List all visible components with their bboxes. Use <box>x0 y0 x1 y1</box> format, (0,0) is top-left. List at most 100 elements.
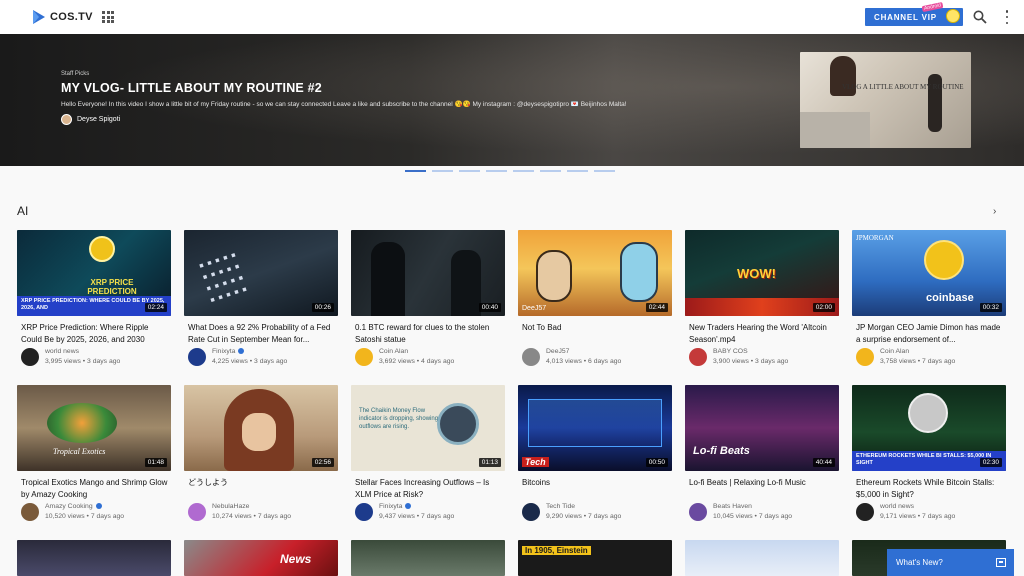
channel-name[interactable]: Finixyta <box>379 503 402 510</box>
video-meta: Finixyta 9,437 views • 7 days ago <box>351 502 505 522</box>
carousel-dot[interactable] <box>405 170 426 172</box>
site-logo[interactable]: COS.TV <box>32 9 93 25</box>
video-card[interactable]: In 1905, Einstein <box>518 540 672 576</box>
chevron-right-icon[interactable]: › <box>993 206 996 217</box>
video-thumbnail[interactable] <box>351 540 505 576</box>
video-stats: 10,520 views • 7 days ago <box>45 513 125 520</box>
video-card[interactable] <box>17 540 171 576</box>
video-thumbnail[interactable]: Tropical Exotics 01:48 <box>17 385 171 471</box>
video-card[interactable]: XRP PRICE PREDICTION XRP PRICE PREDICTIO… <box>17 230 171 367</box>
carousel-dot[interactable] <box>459 170 480 172</box>
video-card[interactable]: 02:56 どうしよう NebulaHaze 10,274 views • 7 d… <box>184 385 338 522</box>
avatar[interactable] <box>689 348 707 366</box>
video-thumbnail[interactable]: DeeJ57 02:44 <box>518 230 672 316</box>
hero-title[interactable]: MY VLOG- LITTLE ABOUT MY ROUTINE #2 <box>61 81 322 95</box>
carousel-dot[interactable] <box>486 170 507 172</box>
video-title[interactable]: Lo-fi Beats | Relaxing Lo-fi Music <box>685 477 839 500</box>
video-thumbnail[interactable]: WOW! 02:00 <box>685 230 839 316</box>
video-card[interactable]: Tech 00:50 Bitcoins Tech Tide 9,290 views… <box>518 385 672 522</box>
avatar[interactable] <box>689 503 707 521</box>
video-card[interactable]: ETHEREUM ROCKETS WHILE BI STALLS: $5,000… <box>852 385 1006 522</box>
video-thumbnail[interactable]: 02:56 <box>184 385 338 471</box>
search-icon[interactable] <box>973 10 987 24</box>
video-thumbnail[interactable] <box>685 540 839 576</box>
hero-thumbnail[interactable]: VLOG A LITTLE ABOUT MY ROUTINE <box>800 52 971 148</box>
carousel-dot[interactable] <box>594 170 615 172</box>
video-card[interactable]: 00:40 0.1 BTC reward for clues to the st… <box>351 230 505 367</box>
avatar[interactable] <box>188 503 206 521</box>
thumb-chart-lens <box>437 403 479 445</box>
video-thumbnail[interactable]: XRP PRICE PREDICTION XRP PRICE PREDICTIO… <box>17 230 171 316</box>
more-vert-icon[interactable] <box>1005 10 1009 24</box>
channel-name[interactable]: BABY COS <box>713 347 788 357</box>
video-title[interactable]: 0.1 BTC reward for clues to the stolen S… <box>351 322 505 345</box>
video-card[interactable] <box>351 540 505 576</box>
video-title[interactable]: XRP Price Prediction: Where Ripple Could… <box>17 322 171 345</box>
video-title[interactable]: Tropical Exotics Mango and Shrimp Glow b… <box>17 477 171 500</box>
video-card[interactable]: News <box>184 540 338 576</box>
channel-name[interactable]: Coin Alan <box>880 347 955 357</box>
video-title[interactable]: Stellar Faces Increasing Outflows – Is X… <box>351 477 505 500</box>
video-thumbnail[interactable]: 00:40 <box>351 230 505 316</box>
video-card[interactable]: Tropical Exotics 01:48 Tropical Exotics … <box>17 385 171 522</box>
duration-badge: 01:13 <box>478 458 501 467</box>
carousel-dot[interactable] <box>432 170 453 172</box>
video-stats: 3,758 views • 7 days ago <box>880 358 956 365</box>
video-title[interactable]: Not To Bad <box>518 322 672 345</box>
channel-name[interactable]: Amazy Cooking <box>45 503 93 510</box>
thumb-character-shape <box>536 250 572 302</box>
channel-name[interactable]: DeeJ57 <box>546 347 621 357</box>
video-thumbnail[interactable]: The Chaikin Money Flow indicator is drop… <box>351 385 505 471</box>
video-card[interactable]: The Chaikin Money Flow indicator is drop… <box>351 385 505 522</box>
video-card[interactable]: DeeJ57 02:44 Not To Bad DeeJ57 4,013 view… <box>518 230 672 367</box>
video-title[interactable]: JP Morgan CEO Jamie Dimon has made a sur… <box>852 322 1006 345</box>
video-stats: 4,225 views • 3 days ago <box>212 358 288 365</box>
hero-banner[interactable]: Staff Picks MY VLOG- LITTLE ABOUT MY ROU… <box>0 34 1024 166</box>
avatar[interactable] <box>856 503 874 521</box>
carousel-dot[interactable] <box>567 170 588 172</box>
channel-name[interactable]: Tech Tide <box>546 502 621 512</box>
video-thumbnail[interactable]: ■ ■ ■ ■ ■ ■ ■ ■ ■ ■ ■ ■ ■ ■ ■ ■ ■ ■ ■ ■ 00:… <box>184 230 338 316</box>
video-thumbnail[interactable]: Tech 00:50 <box>518 385 672 471</box>
thumb-figure-shape <box>371 242 405 316</box>
whats-new-button[interactable]: What's New? <box>887 549 1014 576</box>
video-title[interactable]: Ethereum Rockets While Bitcoin Stalls: $… <box>852 477 1006 500</box>
avatar[interactable] <box>355 503 373 521</box>
video-card[interactable]: ■ ■ ■ ■ ■ ■ ■ ■ ■ ■ ■ ■ ■ ■ ■ ■ ■ ■ ■ ■ 00:… <box>184 230 338 367</box>
video-card[interactable]: Lo-fi Beats 40:44 Lo-fi Beats | Relaxing… <box>685 385 839 522</box>
video-title[interactable]: どうしよう <box>184 477 338 500</box>
channel-name[interactable]: NebulaHaze <box>212 502 291 512</box>
video-thumbnail[interactable]: JPMORGAN coinbase 00:32 <box>852 230 1006 316</box>
apps-grid-icon[interactable] <box>102 11 114 23</box>
video-meta: world news 3,995 views • 3 days ago <box>17 347 171 367</box>
hero-author[interactable]: Deyse Spigoti <box>61 114 120 125</box>
video-card[interactable]: WOW! 02:00 New Traders Hearing the Word … <box>685 230 839 367</box>
video-thumbnail[interactable]: News <box>184 540 338 576</box>
avatar[interactable] <box>188 348 206 366</box>
carousel-dot[interactable] <box>513 170 534 172</box>
avatar[interactable] <box>522 348 540 366</box>
channel-name[interactable]: world news <box>45 347 120 357</box>
video-title[interactable]: Bitcoins <box>518 477 672 500</box>
video-title[interactable]: What Does a 92 2% Probability of a Fed R… <box>184 322 338 345</box>
avatar[interactable] <box>21 503 39 521</box>
video-card[interactable] <box>685 540 839 576</box>
avatar[interactable] <box>522 503 540 521</box>
video-thumbnail[interactable]: ETHEREUM ROCKETS WHILE BI STALLS: $5,000… <box>852 385 1006 471</box>
avatar[interactable] <box>355 348 373 366</box>
avatar[interactable] <box>21 348 39 366</box>
window-icon <box>996 558 1006 567</box>
video-stats: 3,900 views • 3 days ago <box>713 358 789 365</box>
channel-name[interactable]: Finixyta <box>212 348 235 355</box>
video-thumbnail[interactable] <box>17 540 171 576</box>
video-stats: 10,045 views • 7 days ago <box>713 513 793 520</box>
channel-name[interactable]: world news <box>880 502 955 512</box>
video-thumbnail[interactable]: Lo-fi Beats 40:44 <box>685 385 839 471</box>
channel-name[interactable]: Coin Alan <box>379 347 454 357</box>
video-card[interactable]: JPMORGAN coinbase 00:32 JP Morgan CEO Ja… <box>852 230 1006 367</box>
carousel-dot[interactable] <box>540 170 561 172</box>
video-thumbnail[interactable]: In 1905, Einstein <box>518 540 672 576</box>
video-title[interactable]: New Traders Hearing the Word 'Altcoin Se… <box>685 322 839 345</box>
channel-name[interactable]: Beats Haven <box>713 502 792 512</box>
avatar[interactable] <box>856 348 874 366</box>
